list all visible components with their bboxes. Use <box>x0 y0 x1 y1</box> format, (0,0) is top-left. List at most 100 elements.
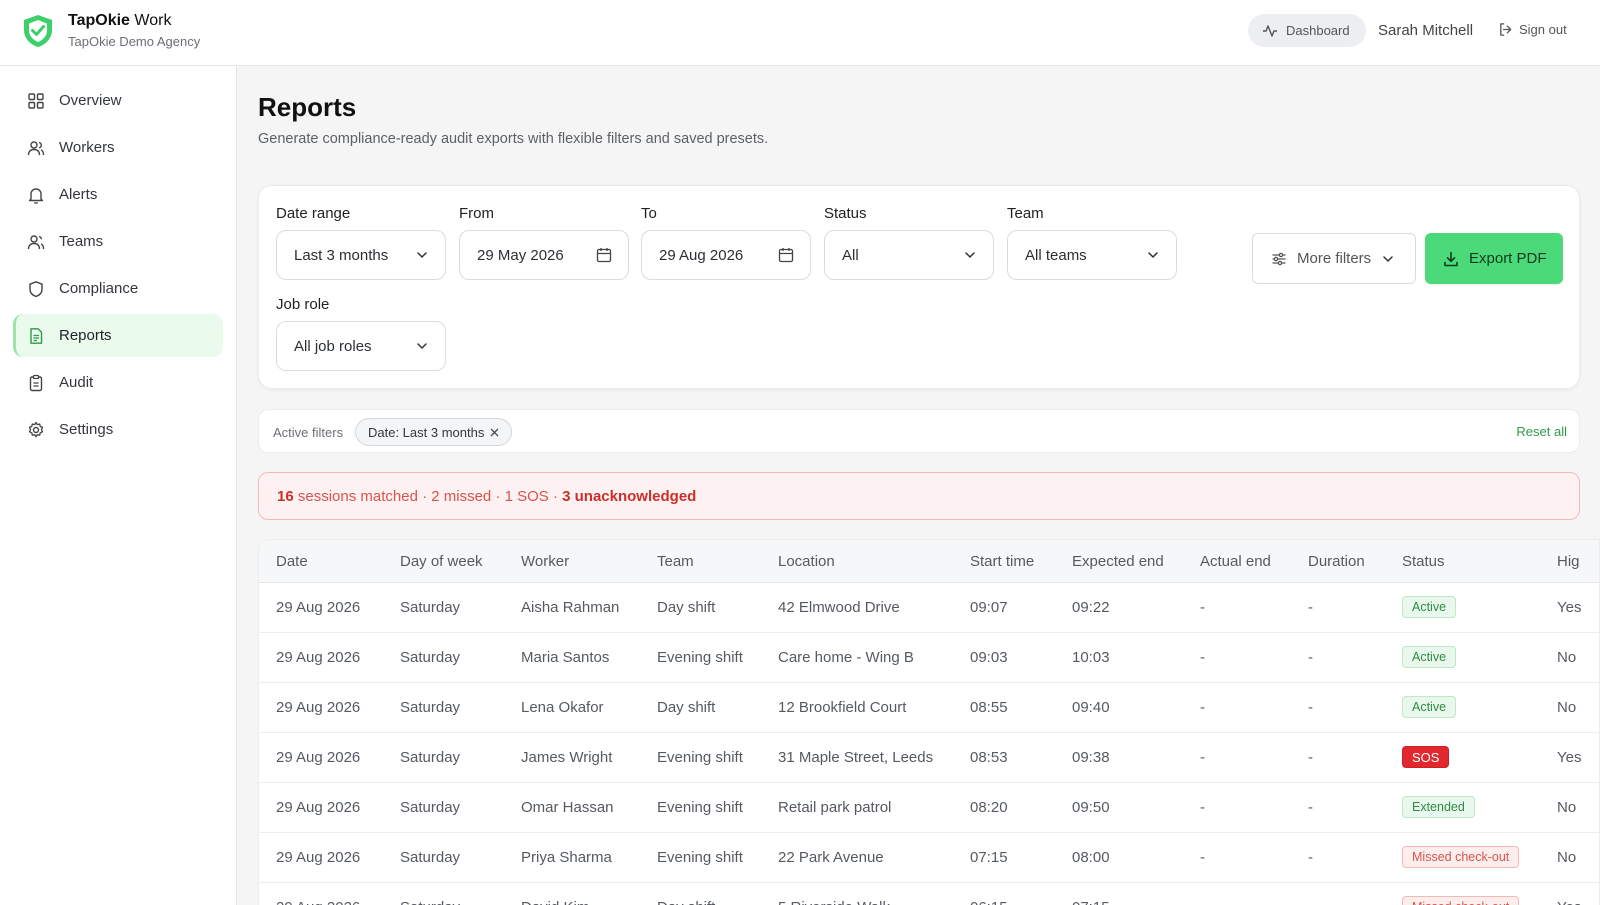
cell-day: Saturday <box>400 849 461 866</box>
cell-day: Saturday <box>400 699 461 716</box>
clipboard-icon <box>29 374 43 391</box>
more-filters-button[interactable]: More filters <box>1252 233 1416 284</box>
cell-actual-end: - <box>1200 599 1205 616</box>
cell-day: Saturday <box>400 799 461 816</box>
cell-actual-end: - <box>1200 799 1205 816</box>
column-header[interactable]: Date <box>276 553 308 570</box>
cell-high: Yes <box>1557 749 1582 766</box>
cell-duration: - <box>1308 899 1313 905</box>
column-header[interactable]: Day of week <box>400 553 483 570</box>
status-badge: Active <box>1402 696 1457 718</box>
cell-date: 29 Aug 2026 <box>276 599 361 616</box>
status-badge: Missed check-out <box>1402 846 1520 868</box>
table-row[interactable]: 29 Aug 2026 Saturday Lena Okafor Day shift 1… <box>259 683 1599 733</box>
cell-day: Saturday <box>400 649 461 666</box>
cell-worker: Aisha Rahman <box>521 599 620 616</box>
user-name: Sarah Mitchell <box>1378 22 1474 39</box>
filter-chip-date[interactable]: Date: Last 3 months <box>355 418 513 446</box>
sidebar-item-workers[interactable]: Workers <box>13 126 223 169</box>
sidebar-item-reports[interactable]: Reports <box>13 314 223 357</box>
date-range-value: Last 3 months <box>294 246 389 264</box>
team-value: All teams <box>1025 246 1087 264</box>
page-title: Reports <box>258 92 357 122</box>
cell-location: Care home - Wing B <box>778 649 914 666</box>
dashboard-button[interactable]: Dashboard <box>1248 14 1366 47</box>
cell-expected-end: 07:15 <box>1072 899 1110 905</box>
results-summary: 16 sessions matched · 2 missed · 1 SOS ·… <box>258 472 1580 520</box>
column-header[interactable]: Start time <box>970 553 1034 570</box>
date-range-label: Date range <box>276 205 351 222</box>
status-select[interactable]: All <box>824 230 994 280</box>
table-row[interactable]: 29 Aug 2026 Saturday Priya Sharma Evening s… <box>259 833 1599 883</box>
column-header[interactable]: Duration <box>1308 553 1365 570</box>
job-role-select[interactable]: All job roles <box>276 321 446 371</box>
filter-chip-label: Date: Last 3 months <box>368 424 485 440</box>
table-row[interactable]: 29 Aug 2026 Saturday Omar Hassan Evening sh… <box>259 783 1599 833</box>
status-value: All <box>842 246 859 264</box>
table-row[interactable]: 29 Aug 2026 Saturday James Wright Evening s… <box>259 733 1599 783</box>
date-range-select[interactable]: Last 3 months <box>276 230 446 280</box>
table-row[interactable]: 29 Aug 2026 Saturday Maria Santos Evening s… <box>259 633 1599 683</box>
cell-location: 12 Brookfield Court <box>778 699 907 716</box>
sidebar-item-alerts[interactable]: Alerts <box>13 173 223 216</box>
column-header[interactable]: Team <box>657 553 694 570</box>
sidebar-item-teams[interactable]: Teams <box>13 220 223 263</box>
cell-high: No <box>1557 849 1577 866</box>
table-row[interactable]: 29 Aug 2026 Saturday Aisha Rahman Day shift… <box>259 583 1599 633</box>
sidebar-item-audit[interactable]: Audit <box>13 361 223 404</box>
sign-out-label: Sign out <box>1519 22 1567 37</box>
to-label: To <box>641 205 657 222</box>
cell-actual-end: - <box>1200 749 1205 766</box>
reset-all-link[interactable]: Reset all <box>1516 424 1567 439</box>
cell-actual-end: - <box>1200 849 1205 866</box>
cell-date: 29 Aug 2026 <box>276 749 361 766</box>
team-select[interactable]: All teams <box>1007 230 1177 280</box>
sidebar-item-settings[interactable]: Settings <box>13 408 223 451</box>
sessions-count: 16 <box>277 487 294 505</box>
cell-actual-end: - <box>1200 649 1205 666</box>
cell-high: No <box>1557 649 1577 666</box>
column-header[interactable]: Worker <box>521 553 569 570</box>
calendar-icon <box>596 248 612 263</box>
column-header[interactable]: Actual end <box>1200 553 1271 570</box>
cell-worker: James Wright <box>521 749 613 766</box>
cell-team: Day shift <box>657 599 716 616</box>
export-pdf-button[interactable]: Export PDF <box>1425 233 1563 284</box>
to-date-input[interactable]: 29 Aug 2026 <box>641 230 811 280</box>
sidebar-item-label: Compliance <box>59 280 139 297</box>
cell-duration: - <box>1308 799 1313 816</box>
cell-start: 08:55 <box>970 699 1008 716</box>
column-header[interactable]: Hig <box>1557 553 1580 570</box>
sign-out-link[interactable]: Sign out <box>1498 22 1567 37</box>
cell-location: 31 Maple Street, Leeds <box>778 749 934 766</box>
column-header[interactable]: Status <box>1402 553 1445 570</box>
column-header[interactable]: Expected end <box>1072 553 1164 570</box>
cell-location: 22 Park Avenue <box>778 849 884 866</box>
cell-day: Saturday <box>400 599 461 616</box>
cell-duration: - <box>1308 849 1313 866</box>
cell-start: 09:03 <box>970 649 1008 666</box>
chevron-down-icon <box>417 252 427 259</box>
more-filters-label: More filters <box>1297 250 1372 267</box>
sign-out-icon <box>1500 23 1512 36</box>
cell-date: 29 Aug 2026 <box>276 849 361 866</box>
from-date-input[interactable]: 29 May 2026 <box>459 230 629 280</box>
cell-expected-end: 09:38 <box>1072 749 1110 766</box>
status-badge: Active <box>1402 646 1457 668</box>
sidebar-item-label: Reports <box>59 327 112 344</box>
cell-date: 29 Aug 2026 <box>276 899 360 905</box>
cell-start: 08:20 <box>970 799 1008 816</box>
filter-card <box>258 185 1580 389</box>
status-badge: Missed check-out <box>1402 896 1520 905</box>
close-icon[interactable] <box>490 428 499 437</box>
team-label: Team <box>1007 205 1044 222</box>
sidebar-item-overview[interactable]: Overview <box>13 79 223 122</box>
table-row[interactable]: 29 Aug 2026 Saturday David Kim Day shift 5 R… <box>259 883 1599 905</box>
chevron-down-icon <box>1383 255 1393 262</box>
cell-worker: Lena Okafor <box>521 699 604 716</box>
cell-location: Retail park patrol <box>778 799 892 816</box>
column-header[interactable]: Location <box>778 553 835 570</box>
activity-icon <box>1263 24 1277 37</box>
job-role-value: All job roles <box>294 337 372 355</box>
sidebar-item-compliance[interactable]: Compliance <box>13 267 223 310</box>
